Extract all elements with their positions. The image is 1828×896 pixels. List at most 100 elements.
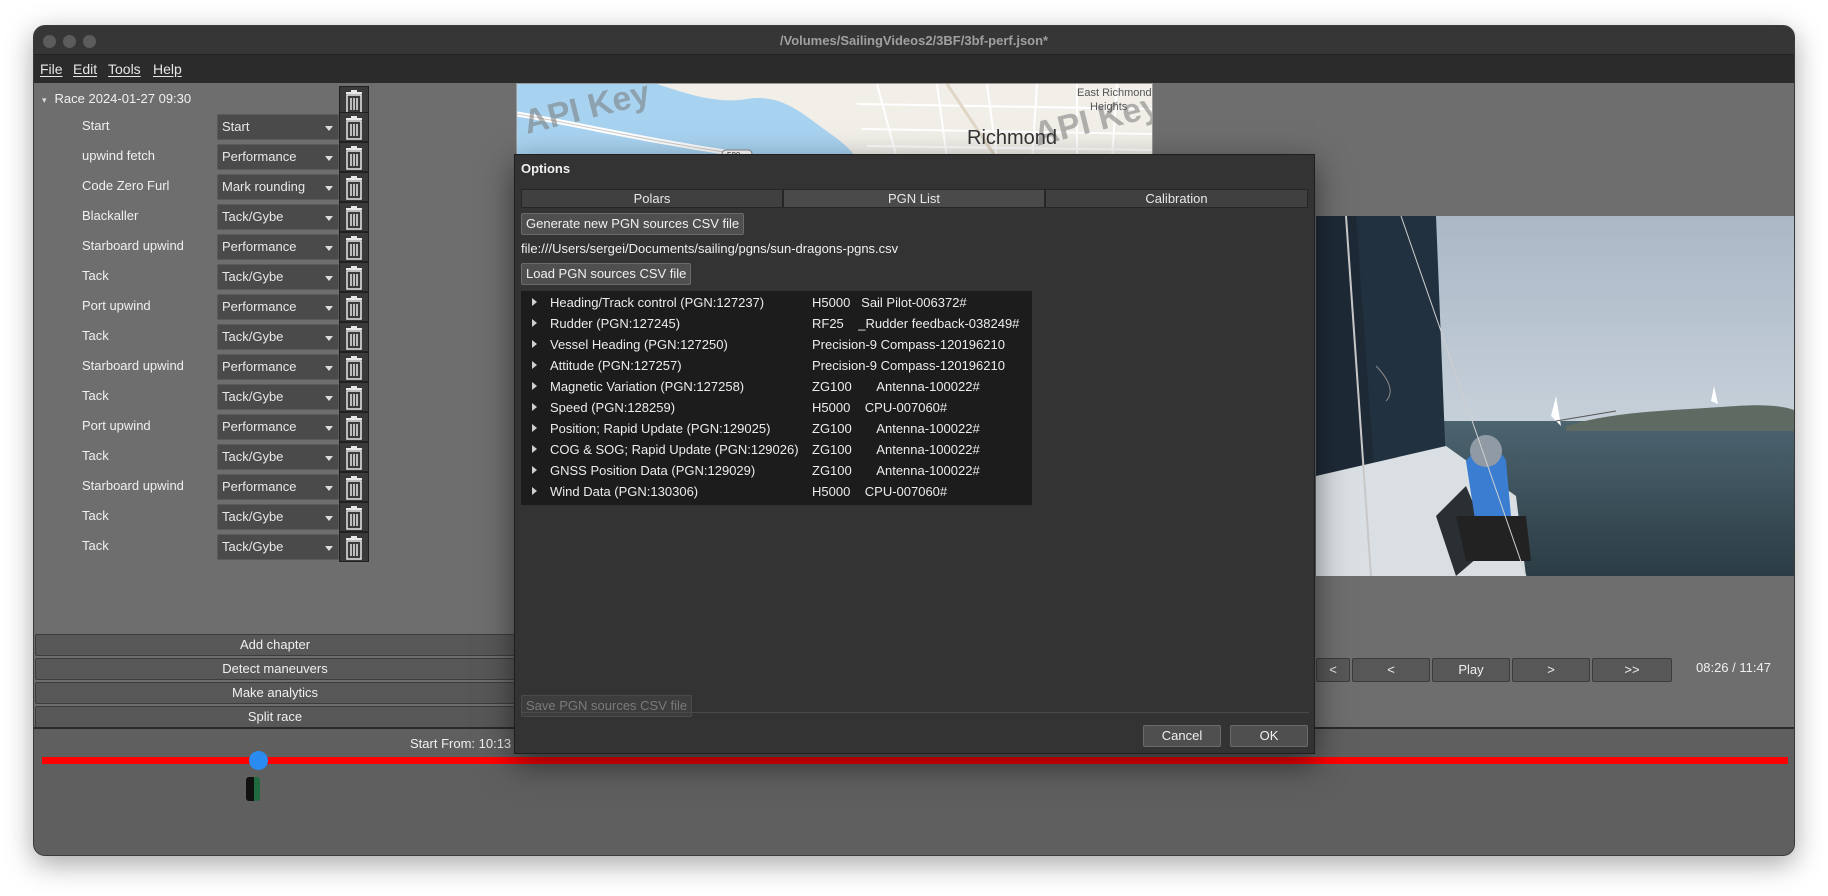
chapter-label[interactable]: Starboard upwind xyxy=(82,238,184,253)
generate-pgn-csv-button[interactable]: Generate new PGN sources CSV file xyxy=(521,213,745,235)
delete-chapter-button[interactable] xyxy=(339,172,369,202)
pgn-row[interactable]: COG & SOG; Rapid Update (PGN:129026) ZG10… xyxy=(521,440,1032,460)
delete-chapter-button[interactable] xyxy=(339,352,369,382)
split-race-button[interactable]: Split race xyxy=(35,706,515,728)
next-button[interactable]: > xyxy=(1512,658,1590,682)
tab-calibration[interactable]: Calibration xyxy=(1045,189,1308,208)
delete-chapter-button[interactable] xyxy=(339,232,369,262)
play-button[interactable]: Play xyxy=(1432,658,1510,682)
detect-maneuvers-button[interactable]: Detect maneuvers xyxy=(35,658,515,680)
expand-arrow-icon[interactable] xyxy=(532,466,537,474)
chapter-type-select[interactable]: Tack/Gybe xyxy=(217,444,339,470)
delete-chapter-button[interactable] xyxy=(339,442,369,472)
chapter-type-select[interactable]: Performance xyxy=(217,354,339,380)
chapter-type-select[interactable]: Performance xyxy=(217,474,339,500)
chapter-type-select[interactable]: Tack/Gybe xyxy=(217,204,339,230)
pgn-list[interactable]: Heading/Track control (PGN:127237) H5000 … xyxy=(521,291,1032,505)
chapter-label[interactable]: Port upwind xyxy=(82,298,151,313)
chevron-down-icon xyxy=(325,336,333,341)
chapter-type-select[interactable]: Start xyxy=(217,114,339,140)
delete-chapter-button[interactable] xyxy=(339,202,369,232)
menu-file[interactable]: File xyxy=(40,61,63,77)
save-pgn-csv-button[interactable]: Save PGN sources CSV file xyxy=(521,695,693,717)
chapter-type-select[interactable]: Performance xyxy=(217,294,339,320)
chapter-label[interactable]: Tack xyxy=(82,328,109,343)
ok-button[interactable]: OK xyxy=(1230,725,1308,747)
pgn-row[interactable]: Speed (PGN:128259) H5000 CPU-007060# xyxy=(521,398,1032,418)
window-title: /Volumes/SailingVideos2/3BF/3bf-perf.jso… xyxy=(779,33,1049,48)
delete-chapter-button[interactable] xyxy=(339,112,369,142)
video-frame[interactable] xyxy=(1316,216,1794,576)
delete-chapter-button[interactable] xyxy=(339,472,369,502)
menu-tools[interactable]: Tools xyxy=(108,61,141,77)
pgn-row[interactable]: Wind Data (PGN:130306) H5000 CPU-007060# xyxy=(521,482,1032,502)
expand-arrow-icon[interactable] xyxy=(532,319,537,327)
chapter-label[interactable]: Start xyxy=(82,118,109,133)
load-pgn-csv-button[interactable]: Load PGN sources CSV file xyxy=(521,263,692,285)
pgn-row[interactable]: GNSS Position Data (PGN:129029) ZG100 Ant… xyxy=(521,461,1032,481)
pgn-row[interactable]: Vessel Heading (PGN:127250) Precision-9 C… xyxy=(521,335,1032,355)
expand-arrow-icon[interactable] xyxy=(532,382,537,390)
delete-chapter-button[interactable] xyxy=(339,322,369,352)
chevron-down-icon xyxy=(325,246,333,251)
chapter-type-select[interactable]: Performance xyxy=(217,234,339,260)
chapter-label[interactable]: Tack xyxy=(82,508,109,523)
chapter-type-select[interactable]: Performance xyxy=(217,414,339,440)
pgn-row[interactable]: Magnetic Variation (PGN:127258) ZG100 Ant… xyxy=(521,377,1032,397)
expand-arrow-icon[interactable]: ▾ xyxy=(42,95,47,105)
make-analytics-button[interactable]: Make analytics xyxy=(35,682,515,704)
pgn-row[interactable]: Attitude (PGN:127257) Precision-9 Compass… xyxy=(521,356,1032,376)
chapter-type-select[interactable]: Mark rounding xyxy=(217,174,339,200)
chapter-label[interactable]: Tack xyxy=(82,538,109,553)
delete-chapter-button[interactable] xyxy=(339,292,369,322)
pgn-row[interactable]: Position; Rapid Update (PGN:129025) ZG100… xyxy=(521,419,1032,439)
delete-chapter-button[interactable] xyxy=(339,262,369,292)
expand-arrow-icon[interactable] xyxy=(532,445,537,453)
chapter-label[interactable]: Starboard upwind xyxy=(82,358,184,373)
expand-arrow-icon[interactable] xyxy=(532,298,537,306)
map-view[interactable]: API Key API Key East Richmond Heights Ri… xyxy=(516,83,1153,158)
chapter-label[interactable]: Tack xyxy=(82,448,109,463)
delete-chapter-button[interactable] xyxy=(339,412,369,442)
cancel-button[interactable]: Cancel xyxy=(1143,725,1221,747)
chapter-label[interactable]: upwind fetch xyxy=(82,148,155,163)
chapter-label[interactable]: Tack xyxy=(82,388,109,403)
next-fast-button[interactable]: >> xyxy=(1592,658,1672,682)
expand-arrow-icon[interactable] xyxy=(532,424,537,432)
timeline-handle[interactable] xyxy=(249,751,268,770)
chapter-type-select[interactable]: Tack/Gybe xyxy=(217,384,339,410)
chevron-down-icon xyxy=(325,276,333,281)
chapter-tree: ▾ Race 2024-01-27 09:30 Start Start upwind … xyxy=(34,83,514,628)
chapter-label[interactable]: Port upwind xyxy=(82,418,151,433)
chapter-label[interactable]: Blackaller xyxy=(82,208,138,223)
chapter-type-select[interactable]: Tack/Gybe xyxy=(217,534,339,560)
delete-chapter-button[interactable] xyxy=(339,142,369,172)
prev-fast-button[interactable]: < xyxy=(1316,658,1350,682)
chapter-type-select[interactable]: Tack/Gybe xyxy=(217,264,339,290)
timeline-track[interactable] xyxy=(42,757,1788,764)
delete-chapter-button[interactable] xyxy=(339,532,369,562)
delete-chapter-button[interactable] xyxy=(339,382,369,412)
chapter-type-value: Performance xyxy=(222,419,297,434)
chapter-type-select[interactable]: Tack/Gybe xyxy=(217,504,339,530)
delete-chapter-button[interactable] xyxy=(339,502,369,532)
prev-button[interactable]: < xyxy=(1352,658,1430,682)
expand-arrow-icon[interactable] xyxy=(532,340,537,348)
menu-help[interactable]: Help xyxy=(153,61,182,77)
timeline-marker[interactable] xyxy=(246,777,260,801)
pgn-row[interactable]: Heading/Track control (PGN:127237) H5000 … xyxy=(521,293,1032,313)
expand-arrow-icon[interactable] xyxy=(532,487,537,495)
pgn-row[interactable]: Rudder (PGN:127245) RF25 _Rudder feedback… xyxy=(521,314,1032,334)
chapter-label[interactable]: Tack xyxy=(82,268,109,283)
add-chapter-button[interactable]: Add chapter xyxy=(35,634,515,656)
chapter-type-select[interactable]: Performance xyxy=(217,144,339,170)
race-item[interactable]: ▾ Race 2024-01-27 09:30 xyxy=(42,91,191,106)
tab-polars[interactable]: Polars xyxy=(521,189,783,208)
tab-pgn-list[interactable]: PGN List xyxy=(783,189,1045,208)
expand-arrow-icon[interactable] xyxy=(532,361,537,369)
expand-arrow-icon[interactable] xyxy=(532,403,537,411)
menu-edit[interactable]: Edit xyxy=(73,61,97,77)
chapter-label[interactable]: Code Zero Furl xyxy=(82,178,169,193)
chapter-type-select[interactable]: Tack/Gybe xyxy=(217,324,339,350)
chapter-label[interactable]: Starboard upwind xyxy=(82,478,184,493)
